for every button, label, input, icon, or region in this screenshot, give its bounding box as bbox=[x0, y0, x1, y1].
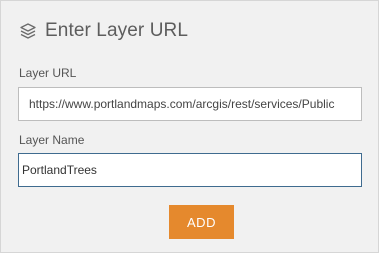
layer-name-label: Layer Name bbox=[19, 133, 85, 147]
add-button[interactable]: ADD bbox=[169, 205, 234, 239]
add-layer-panel: Enter Layer URL Layer URL Layer Name ADD bbox=[0, 0, 379, 253]
layer-name-input[interactable] bbox=[18, 153, 362, 187]
layers-icon bbox=[19, 22, 37, 40]
layer-url-label: Layer URL bbox=[19, 66, 77, 80]
panel-header: Enter Layer URL bbox=[19, 19, 188, 43]
layer-url-input[interactable] bbox=[18, 87, 362, 121]
panel-title: Enter Layer URL bbox=[45, 20, 189, 41]
